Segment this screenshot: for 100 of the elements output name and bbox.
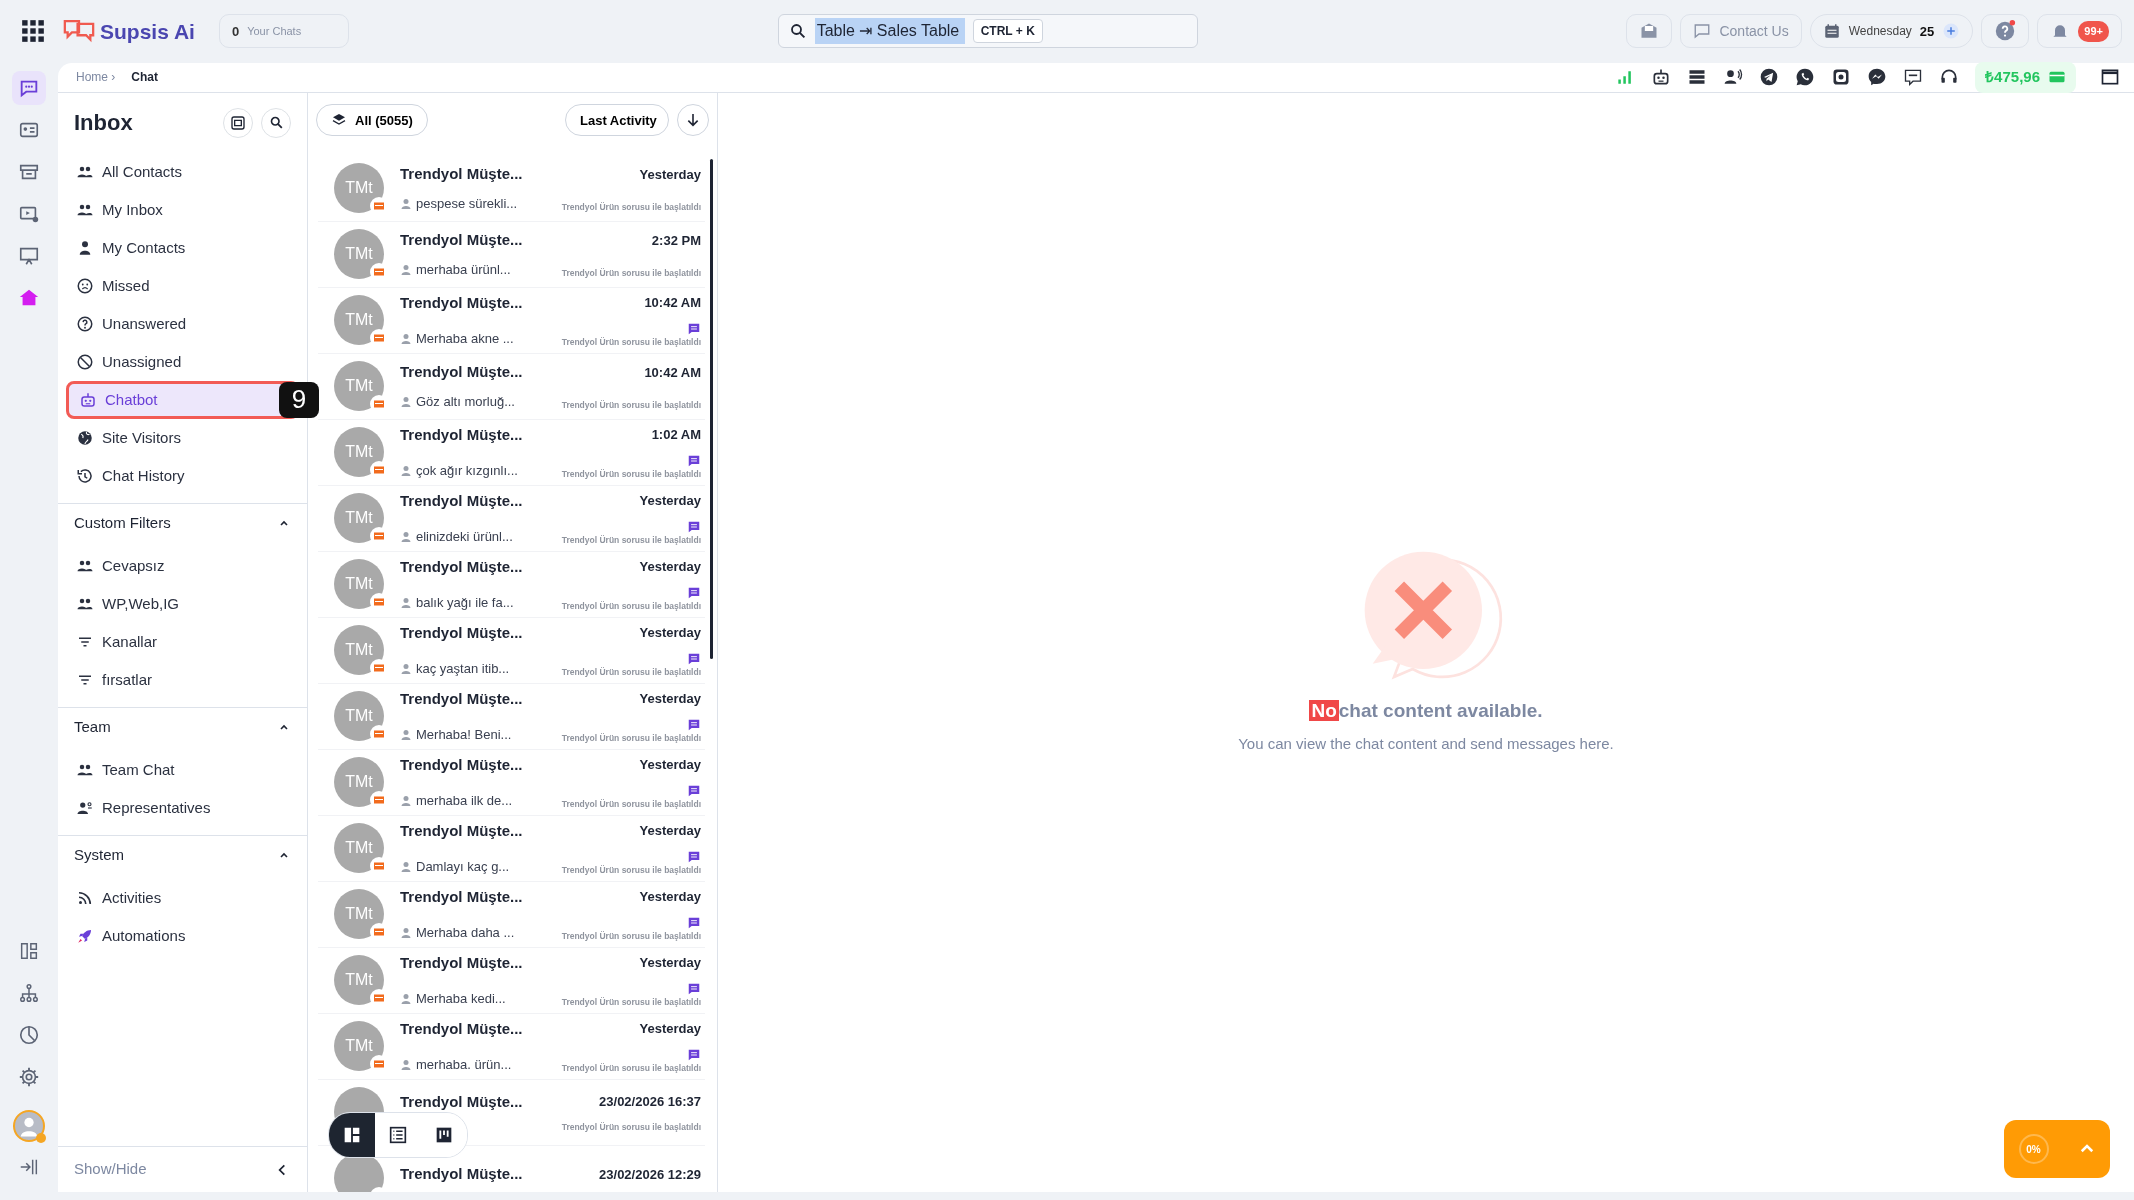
origin-note: Trendyol Ürün sorusu ile başlatıldı	[561, 398, 701, 412]
phone-bubble-icon	[1795, 67, 1816, 88]
logo-text: Supsis Ai	[100, 18, 195, 45]
avatar-initials: TMt	[345, 244, 373, 265]
contact-name: Trendyol Müşte...	[400, 292, 524, 313]
channel-button[interactable]	[1903, 67, 1924, 88]
chat-row[interactable]: TMt Trendyol Müşte... 10:42 AM Merhaba akne ... Trendyol Ürün sorusu ile başlatıldı	[318, 287, 705, 354]
shortcut-key: CTRL + K	[972, 19, 1043, 44]
message-preview: merhaba ilk de...	[416, 792, 513, 811]
sidebar-item[interactable]: All Contacts	[66, 152, 299, 191]
lightning-bubble-icon	[1867, 67, 1888, 88]
chat-row[interactable]: TMt Trendyol Müşte... Yesterday Merhaba kedi... Trendyol Ürün sorusu ile başlatıldı	[318, 947, 705, 1014]
sidebar-item[interactable]: Team Chat	[66, 750, 299, 789]
chat-row[interactable]: TMt Trendyol Müşte... 10:42 AM Göz altı morluğ... Trendyol Ürün sorusu ile başlatıldı	[318, 353, 705, 420]
sidebar-item[interactable]: Automations	[66, 916, 299, 955]
section-header[interactable]: Team	[58, 706, 307, 747]
origin-note: Trendyol Ürün sorusu ile başlatıldı	[561, 930, 701, 943]
globe-icon	[76, 428, 94, 447]
crossed-circle-icon	[76, 352, 94, 371]
sidebar-item[interactable]: fırsatlar	[66, 660, 299, 699]
contact-name: Trendyol Müşte...	[400, 490, 524, 511]
sidebar-item[interactable]: Kanallar	[66, 622, 299, 661]
chat-row[interactable]: TMt Trendyol Müşte... 2:32 PM merhaba ürünl... Trendyol Ürün sorusu ile başlatıldı	[318, 221, 705, 288]
section-header[interactable]: Custom Filters	[58, 502, 307, 543]
help-button[interactable]	[1981, 14, 2030, 49]
channel-button[interactable]	[1831, 67, 1852, 88]
channel-button[interactable]	[1795, 67, 1816, 88]
chat-row[interactable]: TMt Trendyol Müşte... Yesterday pespese sürekli... Trendyol Ürün sorusu ile başlatıldı	[318, 155, 705, 222]
sad-face-icon	[76, 276, 94, 295]
sidebar-item[interactable]: WP,Web,IG	[66, 584, 299, 623]
rail-nav-button[interactable]	[12, 70, 46, 105]
sidebar-item[interactable]: Missed	[66, 266, 299, 305]
filter-all-button[interactable]: All (5055)	[316, 104, 428, 137]
message-preview: pespese sürekli...	[416, 194, 518, 213]
robot-icon	[1651, 67, 1672, 88]
channel-button[interactable]	[1651, 67, 1672, 88]
settings-icon-gear-icon	[18, 1065, 40, 1089]
person-icon	[400, 795, 412, 808]
chat-row[interactable]: TMt Trendyol Müşte... 1:02 AM çok ağır kızgınlı... Trendyol Ürün sorusu ile başlatıldı	[318, 419, 705, 486]
sidebar-item[interactable]: Site Visitors	[66, 418, 299, 457]
person-icon	[400, 1059, 412, 1072]
search-field[interactable]: Table ⇥ Sales Table CTRL + K	[777, 14, 1198, 49]
origin-note: Trendyol Ürün sorusu ile başlatıldı	[561, 534, 701, 547]
date-widget[interactable]: Wednesday 25	[1809, 14, 1974, 49]
message-preview: çok ağır kızgınlı...	[416, 462, 518, 481]
channel-button[interactable]	[1759, 67, 1780, 88]
contact-name: Trendyol Müşte...	[400, 754, 524, 775]
section-title: Team	[74, 717, 112, 738]
sidebar-item[interactable]: My Inbox	[66, 190, 299, 229]
notification-count: 99+	[2078, 21, 2109, 42]
sidebar-item[interactable]: Unassigned	[66, 342, 299, 381]
chat-row[interactable]: TMt Trendyol Müşte... Yesterday elinizdeki ürünl... Trendyol Ürün sorusu ile başlatıldı	[318, 485, 705, 552]
message-preview: Merhaba daha ...	[416, 924, 515, 943]
chat-row[interactable]: TMt Trendyol Müşte... Yesterday Merhaba daha ... Trendyol Ürün sorusu ile başlatıldı	[318, 881, 705, 948]
origin-note: Trendyol Ürün sorusu ile başlatıldı	[561, 200, 701, 214]
contact-name: Trendyol Müşte...	[400, 622, 524, 643]
contact-name: Trendyol Müşte...	[400, 1018, 524, 1039]
apps-menu-button[interactable]	[20, 18, 46, 45]
sidebar-item[interactable]: Cevapsız	[66, 546, 299, 585]
calendar-icon	[1822, 22, 1841, 41]
chat-row[interactable]: TMt Trendyol Müşte... Yesterday kaç yaştan itib... Trendyol Ürün sorusu ile başlatıldı	[318, 617, 705, 684]
sidebar-item[interactable]: Activities	[66, 878, 299, 917]
your-chats-counter[interactable]: 0 Your Chats	[218, 14, 349, 49]
panel-toggle-button[interactable]	[2100, 67, 2120, 88]
sort-direction-button[interactable]	[677, 104, 709, 137]
inbox-title: Inbox	[74, 109, 134, 138]
chat-row[interactable]: TMt Trendyol Müşte... Yesterday balık yağı ile fa... Trendyol Ürün sorusu ile başlatıldı	[318, 551, 705, 618]
sidebar-item[interactable]: Representatives	[66, 788, 299, 827]
sidebar-item[interactable]: Unanswered	[66, 304, 299, 343]
contact-name: Trendyol Müşte...	[400, 230, 524, 251]
contact-name: Trendyol Müşte...	[400, 556, 524, 577]
scrollbar[interactable]	[710, 158, 713, 659]
breadcrumb-link[interactable]: Home ›	[76, 68, 116, 87]
chat-time: 23/02/2026 12:29	[599, 1165, 701, 1184]
view-mode-button[interactable]	[329, 1113, 375, 1157]
sidebar-item[interactable]: Chat History	[66, 456, 299, 495]
show-hide-toggle[interactable]: Show/Hide	[74, 1158, 275, 1181]
chat-row[interactable]: TMt Trendyol Müşte... Yesterday Merhaba! Beni... Trendyol Ürün sorusu ile başlatıldı	[318, 683, 705, 750]
avatar-initials: TMt	[345, 178, 373, 199]
avatar-initials: TMt	[345, 838, 373, 859]
origin-note: Trendyol Ürün sorusu ile başlatıldı	[561, 336, 701, 349]
channel-button[interactable]	[1867, 67, 1888, 88]
inbox-mail-button[interactable]	[1626, 14, 1673, 49]
message-preview: Göz altı morluğ...	[416, 392, 515, 411]
message-preview: Damlayı kaç g...	[416, 858, 510, 877]
search-input[interactable]: Table ⇥ Sales Table	[814, 18, 965, 45]
sort-button[interactable]: Last Activity	[565, 104, 669, 137]
section-title: Custom Filters	[74, 513, 172, 534]
person-icon	[400, 263, 412, 276]
chat-row[interactable]: TMt Trendyol Müşte... Yesterday Damlayı kaç g... Trendyol Ürün sorusu ile başlatıldı	[318, 815, 705, 882]
breadcrumb-current: Chat	[131, 69, 158, 87]
chat-time: Yesterday	[639, 888, 701, 907]
section-header[interactable]: System	[58, 834, 307, 875]
chat-row[interactable]: TMt Trendyol Müşte... Yesterday merhaba ilk de... Trendyol Ürün sorusu ile başlatıldı	[318, 749, 705, 816]
sidebar-item[interactable]: My Contacts	[66, 228, 299, 267]
search-icon	[788, 22, 807, 41]
chat-row[interactable]: TMt Trendyol Müşte... Yesterday merhaba. ürün... Trendyol Ürün sorusu ile başlatıldı	[318, 1013, 705, 1080]
chat-time: 10:42 AM	[644, 363, 701, 382]
person-icon	[400, 729, 412, 742]
chat-time: Yesterday	[639, 558, 701, 577]
